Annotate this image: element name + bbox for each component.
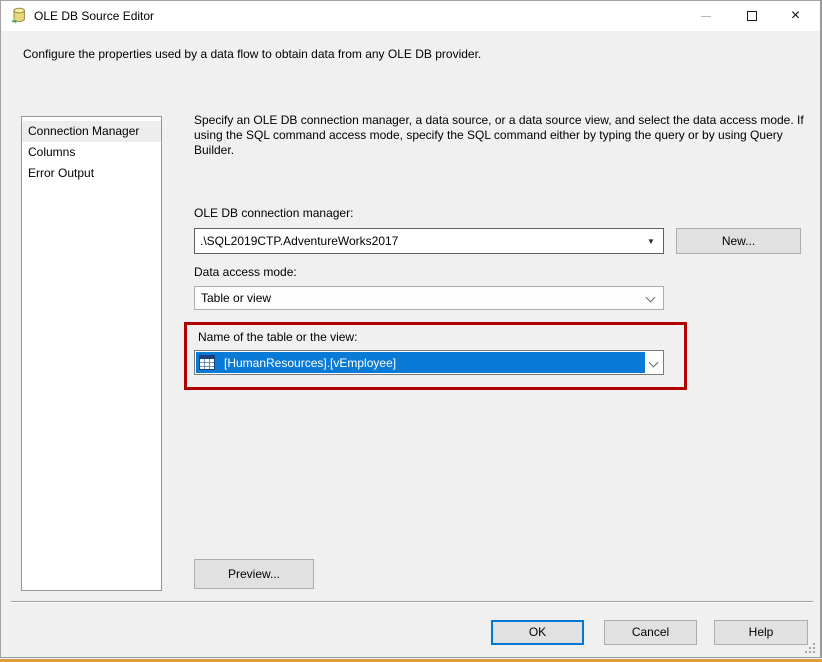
sidebar-item-connection-manager[interactable]: Connection Manager: [22, 121, 161, 142]
table-icon: [199, 355, 215, 370]
preview-button[interactable]: Preview...: [194, 559, 314, 589]
sidebar-item-columns[interactable]: Columns: [22, 142, 161, 163]
data-access-mode-label: Data access mode:: [194, 265, 297, 279]
new-connection-button[interactable]: New...: [676, 228, 801, 254]
window-title: OLE DB Source Editor: [34, 9, 155, 23]
data-access-mode-combobox[interactable]: Table or view: [194, 286, 664, 310]
table-name-combobox[interactable]: [HumanResources].[vEmployee]: [194, 350, 664, 375]
data-access-mode-value: Table or view: [201, 291, 272, 305]
page-list: Connection Manager Columns Error Output: [21, 116, 162, 591]
maximize-icon: [746, 11, 757, 21]
maximize-button[interactable]: [729, 1, 774, 31]
connection-manager-dropdown-button[interactable]: ▼: [640, 230, 662, 252]
table-name-value: [HumanResources].[vEmployee]: [224, 355, 397, 370]
table-name-dropdown-button[interactable]: [645, 352, 663, 373]
ole-db-source-editor-dialog: OLE DB Source Editor × Configure the pro…: [0, 0, 822, 659]
connection-manager-label: OLE DB connection manager:: [194, 206, 354, 220]
dialog-description: Configure the properties used by a data …: [23, 47, 482, 61]
connection-manager-value: .\SQL2019CTP.AdventureWorks2017: [200, 234, 399, 248]
resize-grip[interactable]: [803, 641, 815, 653]
connection-manager-combobox[interactable]: .\SQL2019CTP.AdventureWorks2017 ▼: [194, 228, 664, 254]
database-app-icon: [11, 7, 25, 25]
cancel-button[interactable]: Cancel: [604, 620, 697, 645]
sidebar-item-error-output[interactable]: Error Output: [22, 163, 161, 184]
ok-button[interactable]: OK: [491, 620, 584, 645]
table-name-label: Name of the table or the view:: [198, 330, 358, 344]
close-button[interactable]: ×: [773, 1, 818, 31]
footer-divider: [11, 601, 813, 603]
title-bar: OLE DB Source Editor ×: [1, 1, 820, 31]
chevron-down-icon: [648, 357, 659, 368]
close-icon: ×: [790, 7, 801, 24]
minimize-button[interactable]: [683, 1, 728, 31]
help-button[interactable]: Help: [714, 620, 808, 645]
minimize-icon: [700, 15, 711, 17]
dropdown-arrow-icon: ▼: [647, 236, 655, 246]
instructions-text: Specify an OLE DB connection manager, a …: [194, 113, 804, 157]
chevron-down-icon: [645, 292, 656, 303]
selected-table-entry: [HumanResources].[vEmployee]: [196, 352, 646, 373]
